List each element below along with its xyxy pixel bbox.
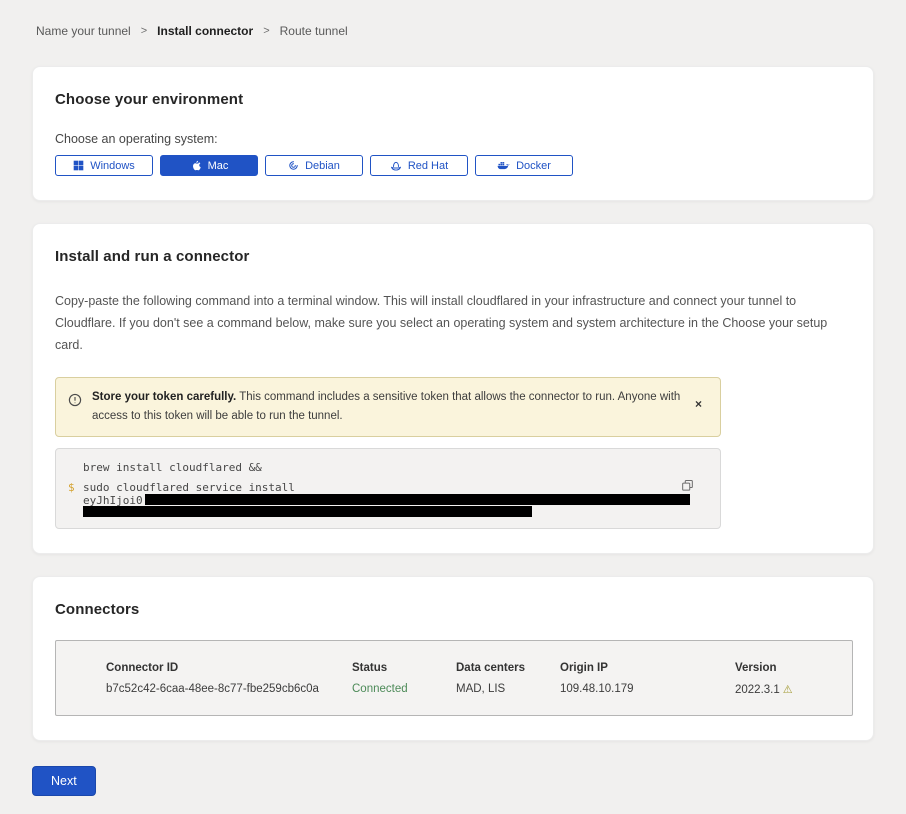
os-button-label: Red Hat bbox=[408, 160, 448, 172]
code-line-sudo: sudo cloudflared service install bbox=[83, 482, 706, 494]
token-redaction-bar bbox=[145, 494, 690, 505]
alert-text: Store your token carefully. This command… bbox=[92, 388, 681, 426]
breadcrumb-name-your-tunnel[interactable]: Name your tunnel bbox=[36, 24, 131, 38]
header-version: Version bbox=[735, 662, 842, 674]
version-value: 2022.3.1⚠ bbox=[735, 683, 842, 696]
install-card-title: Install and run a connector bbox=[55, 248, 851, 265]
connectors-card-title: Connectors bbox=[55, 601, 851, 618]
copy-icon[interactable] bbox=[679, 477, 696, 497]
environment-card: Choose your environment Choose an operat… bbox=[32, 66, 874, 201]
os-button-label: Windows bbox=[90, 160, 135, 172]
os-button-mac[interactable]: Mac bbox=[160, 155, 258, 176]
header-connector-id: Connector ID bbox=[106, 662, 352, 674]
install-command-codeblock[interactable]: brew install cloudflared && $ sudo cloud… bbox=[55, 448, 721, 530]
footer: Next bbox=[32, 766, 874, 796]
alert-title: Store your token carefully. bbox=[92, 391, 236, 403]
version-number: 2022.3.1 bbox=[735, 684, 780, 696]
shell-prompt: $ bbox=[68, 482, 75, 494]
connector-id-value: b7c52c42-6caa-48ee-8c77-fbe259cb6c0a bbox=[106, 683, 352, 696]
os-button-debian[interactable]: Debian bbox=[265, 155, 363, 176]
install-card: Install and run a connector Copy-paste t… bbox=[32, 223, 874, 554]
table-row: b7c52c42-6caa-48ee-8c77-fbe259cb6c0a Con… bbox=[106, 683, 842, 696]
redhat-icon bbox=[390, 160, 402, 172]
docker-icon bbox=[497, 160, 510, 171]
info-circle-icon bbox=[68, 393, 82, 412]
data-centers-value: MAD, LIS bbox=[456, 683, 560, 696]
os-button-docker[interactable]: Docker bbox=[475, 155, 573, 176]
header-data-centers: Data centers bbox=[456, 662, 560, 674]
status-badge: Connected bbox=[352, 683, 456, 696]
install-description: Copy-paste the following command into a … bbox=[55, 291, 851, 357]
os-button-label: Mac bbox=[208, 160, 229, 172]
origin-ip-value: 109.48.10.179 bbox=[560, 683, 735, 696]
breadcrumb-separator: > bbox=[141, 25, 147, 37]
windows-icon bbox=[73, 160, 84, 171]
warning-triangle-icon: ⚠ bbox=[783, 684, 793, 696]
os-button-redhat[interactable]: Red Hat bbox=[370, 155, 468, 176]
os-button-windows[interactable]: Windows bbox=[55, 155, 153, 176]
breadcrumb-install-connector[interactable]: Install connector bbox=[157, 24, 253, 38]
header-status: Status bbox=[352, 662, 456, 674]
apple-icon bbox=[190, 159, 202, 172]
code-line-brew: brew install cloudflared && bbox=[83, 462, 706, 474]
breadcrumb-separator: > bbox=[263, 25, 269, 37]
debian-icon bbox=[288, 160, 299, 171]
os-select-label: Choose an operating system: bbox=[55, 132, 851, 146]
connectors-table: Connector ID Status Data centers Origin … bbox=[55, 640, 853, 716]
code-line-token: eyJhIjoi0 bbox=[83, 494, 706, 507]
token-warning-alert: Store your token carefully. This command… bbox=[55, 377, 721, 437]
connectors-table-header: Connector ID Status Data centers Origin … bbox=[106, 662, 842, 674]
token-prefix: eyJhIjoi0 bbox=[83, 494, 143, 507]
os-button-group: Windows Mac Debian Red Hat Docker bbox=[55, 155, 851, 176]
os-button-label: Debian bbox=[305, 160, 340, 172]
environment-card-title: Choose your environment bbox=[55, 91, 851, 108]
next-button[interactable]: Next bbox=[32, 766, 96, 796]
os-button-label: Docker bbox=[516, 160, 551, 172]
token-redaction-bar bbox=[83, 506, 532, 517]
close-icon[interactable]: × bbox=[691, 397, 706, 411]
breadcrumb: Name your tunnel > Install connector > R… bbox=[0, 0, 906, 38]
header-origin-ip: Origin IP bbox=[560, 662, 735, 674]
connectors-card: Connectors Connector ID Status Data cent… bbox=[32, 576, 874, 741]
breadcrumb-route-tunnel[interactable]: Route tunnel bbox=[280, 24, 348, 38]
